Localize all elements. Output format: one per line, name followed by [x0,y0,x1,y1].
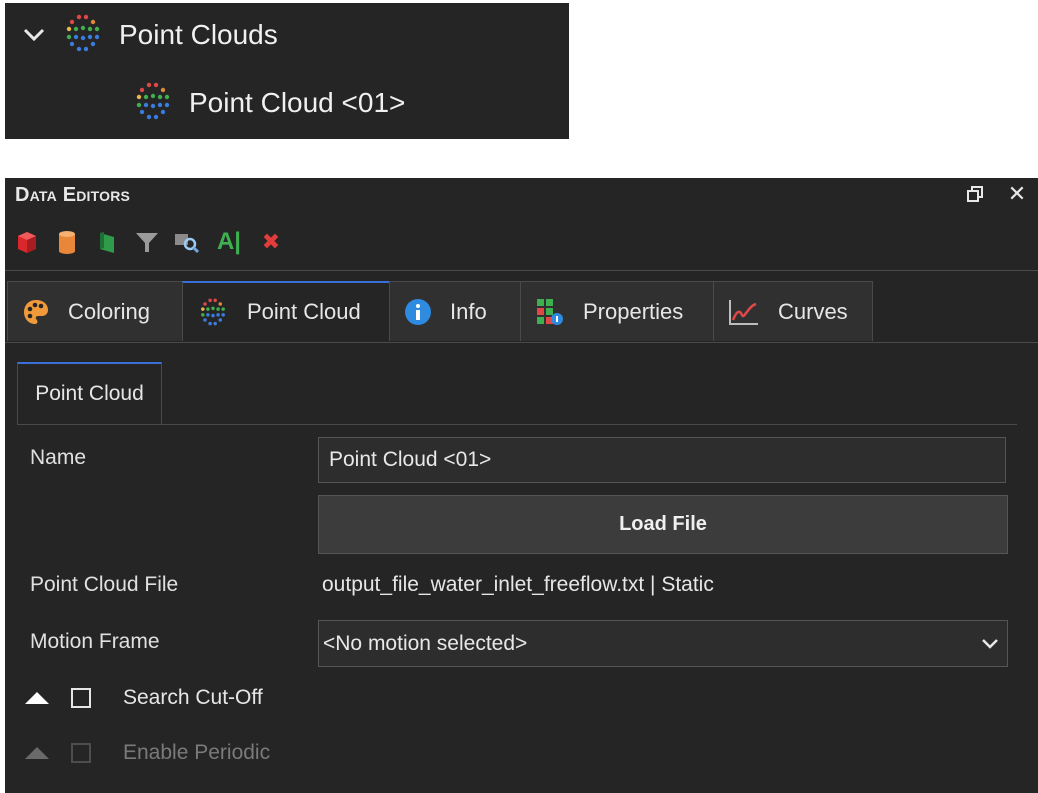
tree-item-label: Point Clouds [119,19,278,50]
data-editors-panel: Data Editors ✕ A| ✖ Coloring Point Cloud… [5,178,1038,793]
green-plane-icon[interactable] [93,228,121,256]
toolbar: A| ✖ [13,228,285,256]
info-icon [404,298,432,326]
search-object-icon[interactable] [173,228,201,256]
point-cloud-icon [61,11,105,60]
subtab-point-cloud[interactable]: Point Cloud [17,362,162,424]
tab-curves[interactable]: Curves [713,281,873,341]
tab-coloring[interactable]: Coloring [7,281,183,341]
load-file-button[interactable]: Load File [318,495,1008,554]
panel-title: Data Editors [15,184,131,206]
tree-item-point-cloud-01[interactable]: Point Cloud <01> [131,82,406,123]
point-cloud-icon [131,79,175,128]
tree-item-point-clouds[interactable]: Point Clouds [23,14,278,55]
point-cloud-icon [197,296,229,328]
motion-frame-label: Motion Frame [30,630,160,653]
editor-tabs: Coloring Point Cloud Info Properties Cur… [7,281,873,343]
orange-cylinder-icon[interactable] [53,228,81,256]
tab-label: Point Cloud [247,299,361,324]
delete-icon[interactable]: ✖ [257,228,285,256]
red-box-icon[interactable] [13,228,41,256]
toolbar-divider [5,270,1038,271]
search-cutoff-row: Search Cut-Off [25,683,263,713]
tab-info[interactable]: Info [389,281,521,341]
subtab-divider [17,424,1017,425]
collapse-triangle-icon[interactable] [25,692,49,704]
tab-label: Curves [778,298,848,324]
point-cloud-file-label: Point Cloud File [30,573,179,596]
tree-item-label: Point Cloud <01> [189,87,406,118]
filter-icon[interactable] [133,228,161,256]
enable-periodic-label: Enable Periodic [123,741,271,764]
palette-icon [22,298,50,326]
name-input[interactable] [318,437,1006,483]
search-cutoff-label: Search Cut-Off [123,686,263,709]
object-tree: Point Clouds Point Cloud <01> [5,3,569,139]
tabs-baseline [5,342,1038,343]
enable-periodic-row: Enable Periodic [25,738,270,768]
tab-label: Properties [583,298,684,324]
motion-frame-select[interactable]: <No motion selected> [318,620,1008,667]
close-icon[interactable]: ✕ [1005,181,1029,206]
motion-frame-value: <No motion selected> [323,631,528,655]
chevron-down-icon[interactable] [23,28,45,42]
text-cursor-icon[interactable]: A| [213,228,245,256]
enable-periodic-checkbox [71,743,91,763]
chevron-down-icon [981,632,999,656]
tab-label: Coloring [68,298,150,324]
tab-label: Info [450,298,487,324]
properties-grid-icon [535,297,565,327]
restore-window-icon[interactable] [963,182,987,206]
collapse-triangle-icon [25,747,49,759]
tab-point-cloud[interactable]: Point Cloud [182,281,390,341]
tab-properties[interactable]: Properties [520,281,714,341]
search-cutoff-checkbox[interactable] [71,688,91,708]
name-label: Name [30,446,87,469]
point-cloud-file-value: output_file_water_inlet_freeflow.txt | S… [322,573,714,596]
curves-icon [728,298,760,326]
